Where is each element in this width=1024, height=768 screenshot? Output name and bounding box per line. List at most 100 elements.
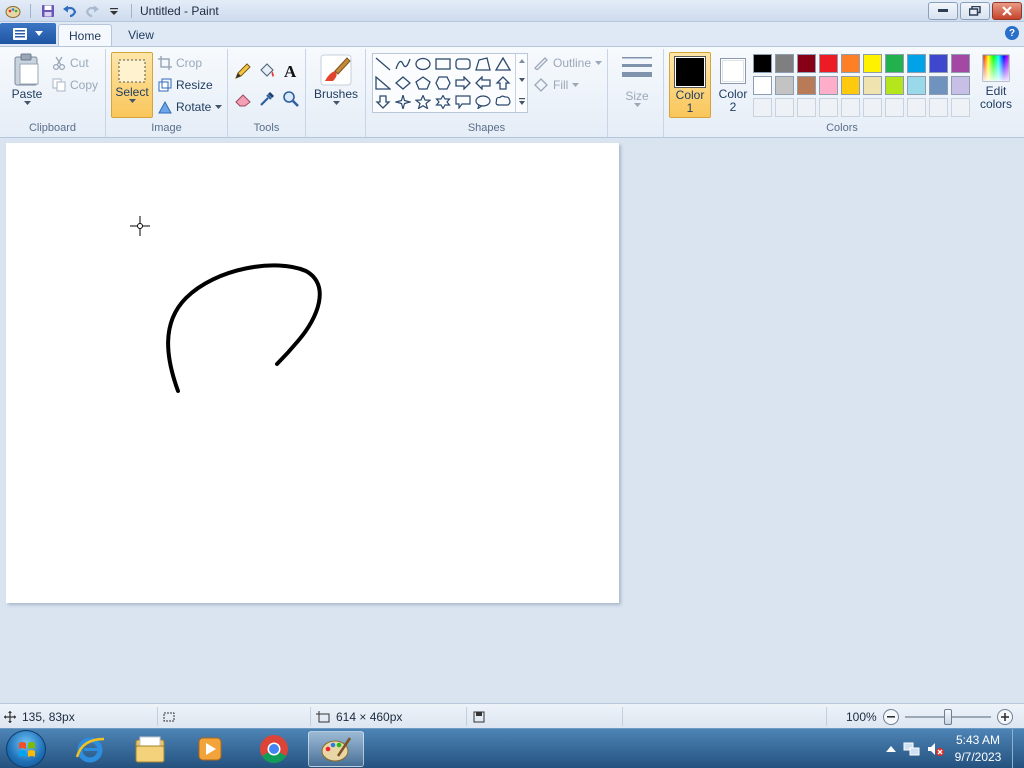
tab-view[interactable]: View (116, 24, 166, 46)
copy-button[interactable]: Copy (52, 76, 98, 94)
oval-callout-shape-icon[interactable] (473, 93, 493, 111)
left-arrow-shape-icon[interactable] (473, 74, 493, 92)
pentagon-shape-icon[interactable] (413, 74, 433, 92)
hexagon-shape-icon[interactable] (433, 74, 453, 92)
palette-color-swatch[interactable] (841, 76, 860, 95)
text-tool-icon[interactable]: A (280, 61, 302, 81)
polygon-shape-icon[interactable] (473, 55, 493, 73)
clock[interactable]: 5:43 AM 9/7/2023 (948, 732, 1008, 766)
palette-color-swatch[interactable] (907, 54, 926, 73)
tab-home[interactable]: Home (58, 24, 112, 46)
color-picker-icon[interactable] (256, 89, 278, 109)
rectangular-callout-shape-icon[interactable] (453, 93, 473, 111)
crop-button[interactable]: Crop (158, 54, 202, 72)
down-arrow-shape-icon[interactable] (373, 93, 393, 111)
right-triangle-shape-icon[interactable] (373, 74, 393, 92)
fill-bucket-icon[interactable] (256, 61, 278, 81)
help-icon[interactable]: ? (1005, 26, 1019, 40)
edit-colors-button[interactable]: Edit colors (975, 53, 1017, 111)
rectangle-shape-icon[interactable] (433, 55, 453, 73)
select-button[interactable]: Select (111, 52, 153, 118)
line-shape-icon[interactable] (373, 55, 393, 73)
zoom-slider[interactable] (904, 708, 991, 725)
show-hidden-icons-button[interactable] (882, 745, 900, 753)
taskbar-file-explorer[interactable] (122, 731, 178, 767)
palette-custom-slot[interactable] (951, 98, 970, 117)
outline-button[interactable]: Outline (533, 54, 603, 72)
palette-color-swatch[interactable] (885, 54, 904, 73)
zoom-out-button[interactable] (882, 708, 899, 725)
palette-custom-slot[interactable] (841, 98, 860, 117)
resize-button[interactable]: Resize (158, 76, 213, 94)
five-point-star-shape-icon[interactable] (413, 93, 433, 111)
start-button[interactable] (6, 730, 46, 768)
right-arrow-shape-icon[interactable] (453, 74, 473, 92)
palette-color-swatch[interactable] (819, 76, 838, 95)
cloud-callout-shape-icon[interactable] (493, 93, 513, 111)
zoom-slider-thumb[interactable] (943, 708, 952, 725)
palette-color-swatch[interactable] (885, 76, 904, 95)
brushes-button[interactable]: Brushes (314, 53, 358, 106)
rotate-button[interactable]: Rotate (158, 98, 223, 116)
palette-custom-slot[interactable] (753, 98, 772, 117)
show-desktop-button[interactable] (1012, 729, 1024, 768)
paste-button[interactable]: Paste (6, 53, 48, 106)
zoom-in-button[interactable] (996, 708, 1013, 725)
palette-color-swatch[interactable] (753, 76, 772, 95)
canvas-workspace[interactable] (0, 139, 1024, 703)
palette-color-swatch[interactable] (951, 54, 970, 73)
size-button[interactable]: Size (618, 53, 656, 108)
color-2-button[interactable]: Color 2 (713, 52, 753, 118)
eraser-icon[interactable] (232, 89, 254, 109)
triangle-shape-icon[interactable] (493, 55, 513, 73)
shapes-scrollbar[interactable] (515, 54, 527, 112)
minimize-button[interactable] (928, 2, 958, 20)
palette-color-swatch[interactable] (863, 54, 882, 73)
palette-color-swatch[interactable] (753, 54, 772, 73)
paint-app-icon[interactable] (4, 2, 22, 20)
close-button[interactable] (992, 2, 1022, 20)
save-icon[interactable] (39, 2, 57, 20)
palette-custom-slot[interactable] (819, 98, 838, 117)
fill-button[interactable]: Fill (533, 76, 580, 94)
network-icon[interactable] (900, 741, 924, 757)
palette-color-swatch[interactable] (819, 54, 838, 73)
four-point-star-shape-icon[interactable] (393, 93, 413, 111)
taskbar-chrome[interactable] (246, 731, 302, 767)
palette-color-swatch[interactable] (797, 76, 816, 95)
palette-color-swatch[interactable] (863, 76, 882, 95)
drawing-canvas[interactable] (6, 143, 619, 603)
taskbar-internet-explorer[interactable] (62, 731, 118, 767)
redo-icon[interactable] (83, 2, 101, 20)
color-1-button[interactable]: Color 1 (669, 52, 711, 118)
palette-color-swatch[interactable] (797, 54, 816, 73)
curve-shape-icon[interactable] (393, 55, 413, 73)
up-arrow-shape-icon[interactable] (493, 74, 513, 92)
palette-custom-slot[interactable] (775, 98, 794, 117)
palette-custom-slot[interactable] (885, 98, 904, 117)
palette-color-swatch[interactable] (775, 54, 794, 73)
palette-custom-slot[interactable] (863, 98, 882, 117)
pencil-icon[interactable] (232, 61, 254, 81)
restore-button[interactable] (960, 2, 990, 20)
customize-toolbar-icon[interactable] (105, 2, 123, 20)
undo-icon[interactable] (61, 2, 79, 20)
palette-custom-slot[interactable] (797, 98, 816, 117)
palette-color-swatch[interactable] (929, 76, 948, 95)
diamond-shape-icon[interactable] (393, 74, 413, 92)
six-point-star-shape-icon[interactable] (433, 93, 453, 111)
paint-menu-button[interactable] (0, 23, 56, 44)
taskbar-media-player[interactable] (182, 731, 238, 767)
palette-color-swatch[interactable] (929, 54, 948, 73)
volume-muted-icon[interactable] (924, 741, 948, 757)
palette-color-swatch[interactable] (775, 76, 794, 95)
rounded-rectangle-shape-icon[interactable] (453, 55, 473, 73)
palette-color-swatch[interactable] (907, 76, 926, 95)
oval-shape-icon[interactable] (413, 55, 433, 73)
palette-color-swatch[interactable] (841, 54, 860, 73)
palette-custom-slot[interactable] (907, 98, 926, 117)
palette-color-swatch[interactable] (951, 76, 970, 95)
palette-custom-slot[interactable] (929, 98, 948, 117)
taskbar-paint[interactable] (308, 731, 364, 767)
magnifier-icon[interactable] (280, 89, 302, 109)
